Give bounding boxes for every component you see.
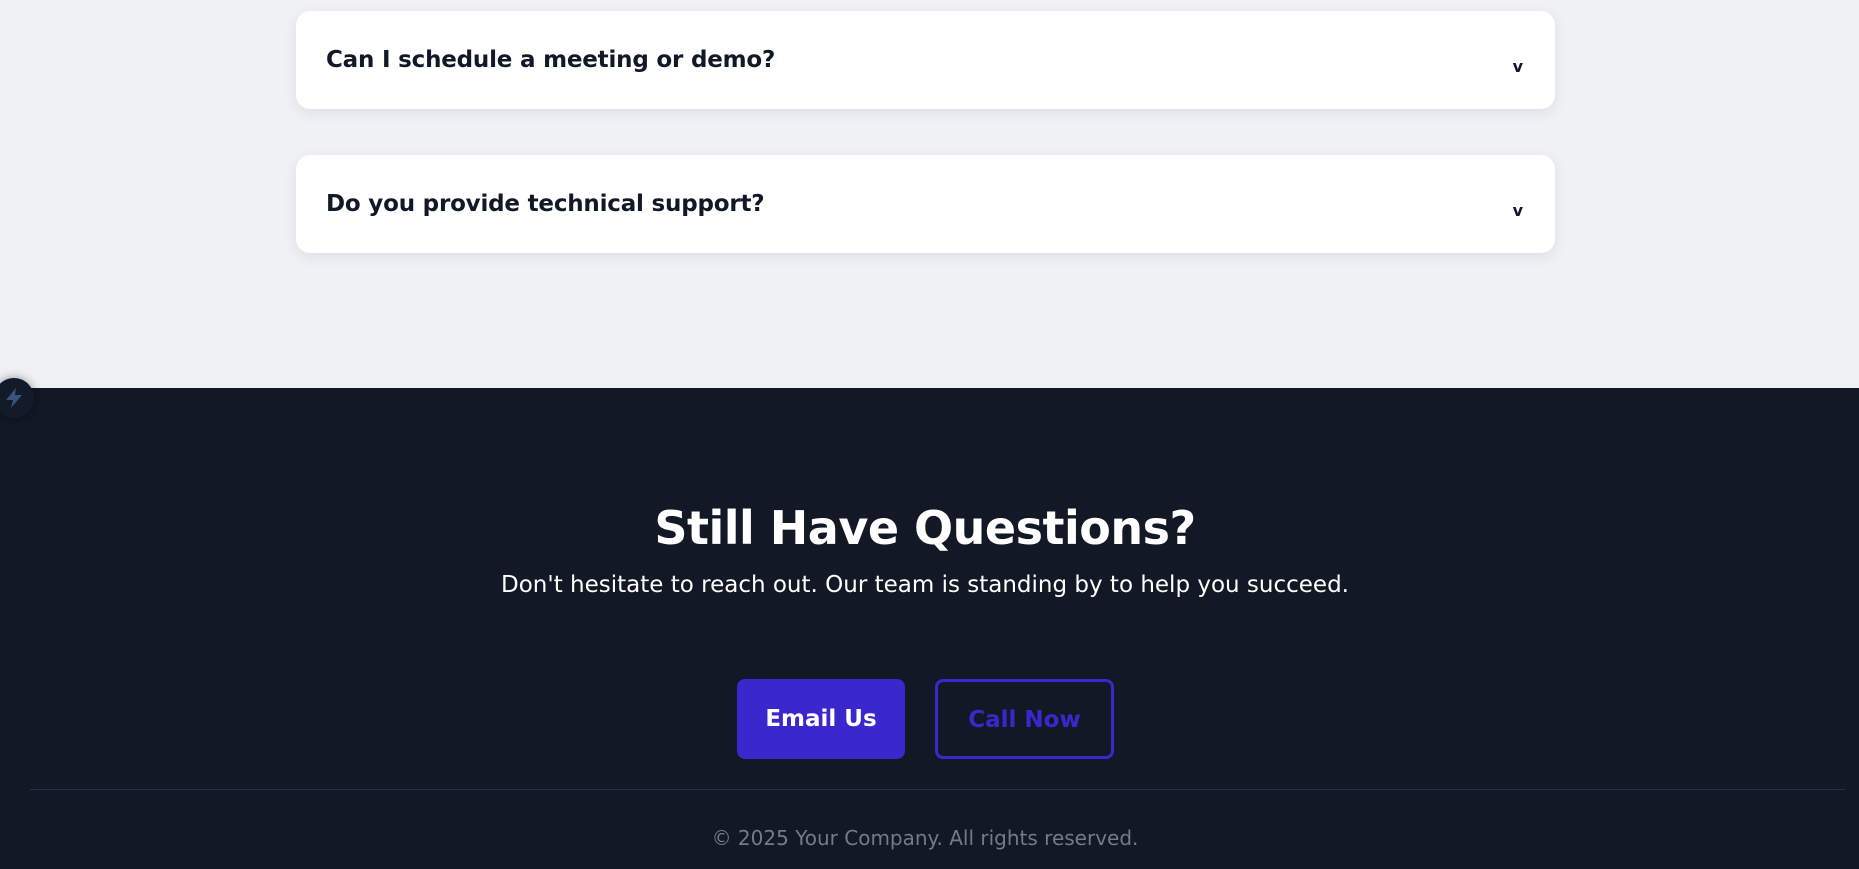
cta-title: Still Have Questions? bbox=[654, 501, 1196, 555]
email-us-button[interactable]: Email Us bbox=[737, 679, 905, 759]
copyright-text: © 2025 Your Company. All rights reserved… bbox=[711, 826, 1139, 850]
footer-divider bbox=[30, 789, 1845, 790]
lightning-bolt-icon bbox=[6, 388, 22, 408]
call-now-button[interactable]: Call Now bbox=[935, 679, 1114, 759]
chevron-down-icon[interactable]: v bbox=[1513, 57, 1523, 76]
faq-section: Can I schedule a meeting or demo? v Do y… bbox=[0, 0, 1859, 388]
faq-item-technical-support[interactable]: Do you provide technical support? v bbox=[296, 155, 1555, 253]
faq-question: Can I schedule a meeting or demo? bbox=[326, 47, 776, 73]
cta-section: Still Have Questions? Don't hesitate to … bbox=[0, 388, 1859, 869]
faq-item-schedule-meeting[interactable]: Can I schedule a meeting or demo? v bbox=[296, 11, 1555, 109]
faq-question: Do you provide technical support? bbox=[326, 191, 765, 217]
cta-subtitle: Don't hesitate to reach out. Our team is… bbox=[501, 572, 1349, 598]
chevron-down-icon[interactable]: v bbox=[1513, 201, 1523, 220]
